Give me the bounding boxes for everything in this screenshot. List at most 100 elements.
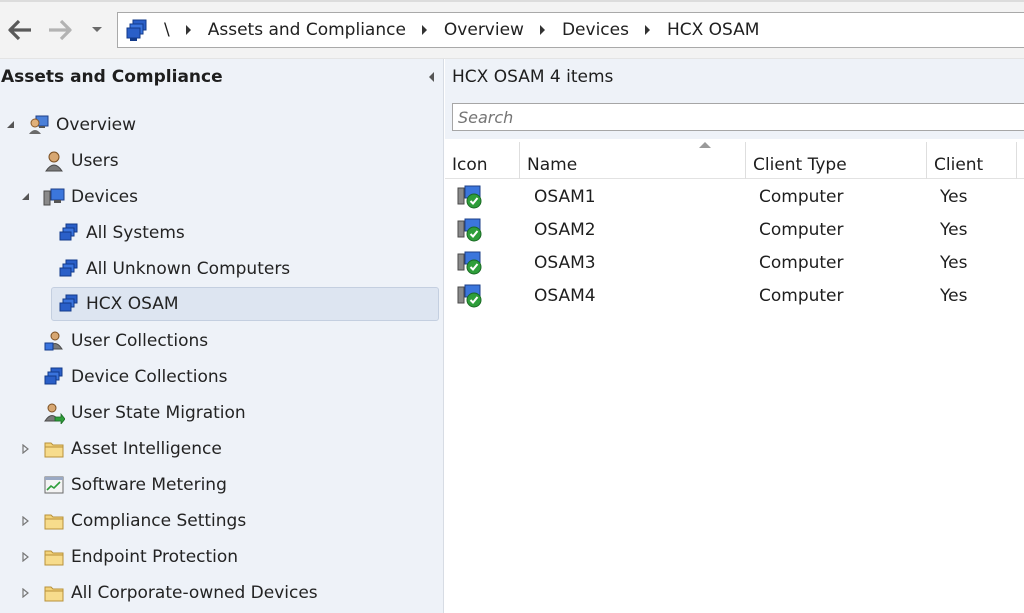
tree-item-device-collections[interactable]: Device Collections — [43, 360, 228, 394]
navigation-bar: \ Assets and Compliance Overview Devices… — [0, 0, 1024, 59]
column-header-icon[interactable]: Icon — [445, 142, 520, 179]
tree-item-user-collections[interactable]: User Collections — [43, 324, 208, 358]
table-row[interactable]: OSAM1 Computer Yes — [445, 180, 1024, 213]
column-header-client-type[interactable]: Client Type — [746, 142, 927, 179]
breadcrumb-label: Overview — [443, 20, 524, 40]
collapsed-triangle-icon[interactable] — [19, 587, 31, 599]
tree-item-label: Software Metering — [71, 475, 227, 495]
column-header-client[interactable]: Client — [927, 142, 1017, 179]
tree-item-label: All Corporate-owned Devices — [71, 583, 318, 603]
managed-computer-icon — [457, 251, 482, 275]
tree-item-label: Asset Intelligence — [71, 439, 222, 459]
tree-item-endpoint-protection[interactable]: Endpoint Protection — [43, 540, 238, 574]
address-bar[interactable]: \ Assets and Compliance Overview Devices… — [117, 12, 1024, 48]
breadcrumb-assets-and-compliance[interactable]: Assets and Compliance — [202, 20, 438, 40]
column-header-label: Icon — [452, 155, 488, 175]
tree-item-users[interactable]: Users — [43, 144, 119, 178]
collapsed-triangle-icon[interactable] — [19, 515, 31, 527]
navigation-pane: Assets and Compliance Overview Users Dev… — [0, 59, 444, 613]
tree-item-software-metering[interactable]: Software Metering — [43, 468, 227, 502]
breadcrumb-separator-icon[interactable] — [635, 20, 661, 40]
user-collections-icon — [44, 331, 63, 351]
software-metering-icon — [44, 476, 64, 494]
expanded-triangle-icon[interactable] — [19, 190, 31, 202]
column-header-label: Name — [527, 155, 578, 175]
tree-item-compliance-settings[interactable]: Compliance Settings — [43, 504, 246, 538]
row-name: OSAM1 — [534, 186, 596, 207]
tree-item-user-state-migration[interactable]: User State Migration — [43, 396, 246, 430]
tree-item-label: Overview — [56, 115, 137, 135]
row-client-type: Computer — [759, 252, 844, 273]
tree-item-all-systems[interactable]: All Systems — [58, 216, 185, 250]
row-client-type: Computer — [759, 186, 844, 207]
row-client: Yes — [940, 285, 968, 306]
tree-item-asset-intelligence[interactable]: Asset Intelligence — [43, 432, 222, 466]
breadcrumb-root[interactable]: \ — [158, 20, 202, 40]
breadcrumb-overview[interactable]: Overview — [438, 20, 556, 40]
sort-ascending-icon — [699, 142, 711, 148]
tree-item-label: HCX OSAM — [86, 294, 179, 314]
window-top-edge — [0, 0, 1024, 2]
row-client: Yes — [940, 219, 968, 240]
breadcrumb-root-label: \ — [164, 20, 170, 40]
managed-computer-icon — [457, 284, 482, 308]
table-row[interactable]: OSAM4 Computer Yes — [445, 279, 1024, 312]
tree-item-all-unknown-computers[interactable]: All Unknown Computers — [58, 252, 290, 286]
row-name: OSAM3 — [534, 252, 596, 273]
row-client-type: Computer — [759, 285, 844, 306]
tree-item-devices[interactable]: Devices — [43, 180, 138, 214]
tree-item-label: Device Collections — [71, 367, 228, 387]
folder-icon — [44, 586, 64, 602]
breadcrumb-separator-icon[interactable] — [530, 20, 556, 40]
forward-button[interactable] — [42, 14, 78, 46]
chevron-left-icon — [428, 72, 434, 82]
collection-icon — [59, 223, 78, 241]
tree-item-label: Endpoint Protection — [71, 547, 239, 567]
folder-icon — [44, 442, 64, 458]
breadcrumb-hcx-osam[interactable]: HCX OSAM — [661, 20, 766, 40]
breadcrumb-label: HCX OSAM — [666, 20, 760, 40]
breadcrumb-separator-icon[interactable] — [176, 20, 202, 40]
collapsed-triangle-icon[interactable] — [19, 551, 31, 563]
row-client: Yes — [940, 186, 968, 207]
results-title: HCX OSAM 4 items — [452, 67, 614, 87]
back-arrow-icon — [8, 19, 31, 41]
column-header-label: Client Type — [753, 155, 847, 175]
tree-item-label: User Collections — [71, 331, 209, 351]
expanded-triangle-icon[interactable] — [4, 118, 16, 130]
managed-computer-icon — [457, 218, 482, 242]
managed-computer-icon — [457, 185, 482, 209]
tree-item-label: Devices — [71, 187, 138, 207]
collection-icon — [59, 294, 78, 312]
breadcrumb-devices[interactable]: Devices — [556, 20, 661, 40]
column-header-label: Client — [934, 155, 984, 175]
column-header-name[interactable]: Name — [520, 142, 746, 179]
search-input[interactable] — [452, 103, 1024, 131]
folder-icon — [44, 514, 64, 530]
breadcrumb-separator-icon[interactable] — [412, 20, 438, 40]
back-button[interactable] — [2, 14, 38, 46]
collapsed-triangle-icon[interactable] — [19, 443, 31, 455]
tree-item-label: All Systems — [86, 223, 185, 243]
tree-item-all-corporate-owned-devices[interactable]: All Corporate-owned Devices — [43, 576, 318, 610]
collection-icon — [59, 259, 78, 277]
tree-item-label: Users — [71, 151, 119, 171]
row-client: Yes — [940, 252, 968, 273]
device-collections-icon — [44, 367, 63, 385]
forward-arrow-icon — [49, 19, 72, 41]
tree-item-hcx-osam[interactable]: HCX OSAM — [51, 287, 439, 321]
collapse-pane-button[interactable] — [424, 70, 438, 84]
navigation-pane-title: Assets and Compliance — [1, 67, 223, 87]
table-row[interactable]: OSAM2 Computer Yes — [445, 213, 1024, 246]
tree-item-label: User State Migration — [71, 403, 246, 423]
results-header: HCX OSAM 4 items — [445, 59, 1024, 99]
tree-item-overview[interactable]: Overview — [28, 108, 136, 142]
users-icon — [45, 151, 63, 172]
chevron-down-icon — [92, 27, 102, 32]
table-row[interactable]: OSAM3 Computer Yes — [445, 246, 1024, 279]
user-state-migration-icon — [44, 403, 65, 424]
overview-icon — [29, 115, 49, 134]
search-bar — [445, 99, 1024, 139]
row-name: OSAM2 — [534, 219, 596, 240]
history-dropdown-button[interactable] — [84, 14, 110, 46]
